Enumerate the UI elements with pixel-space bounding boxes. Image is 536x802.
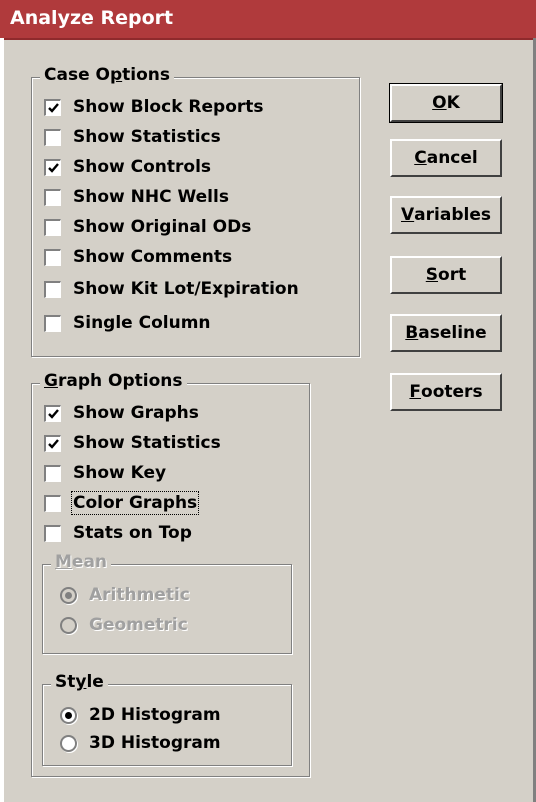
checkmark-icon (48, 162, 59, 173)
checkbox-label: Show Key (73, 463, 167, 483)
title-bar[interactable]: Analyze Report (0, 0, 536, 40)
ok-button[interactable]: OK (389, 83, 503, 123)
checkbox-show-controls[interactable]: Show Controls (44, 154, 211, 180)
baseline-button[interactable]: Baseline (390, 314, 502, 352)
checkbox-label: Show Statistics (73, 127, 221, 147)
radio-geometric[interactable]: Geometric (60, 612, 188, 638)
checkbox-show-original-ods[interactable]: Show Original ODs (44, 214, 251, 240)
checkbox-label: Show Controls (73, 157, 212, 177)
checkbox-show-key[interactable]: Show Key (44, 460, 166, 486)
checkbox-label: Show NHC Wells (73, 187, 229, 207)
radio-button[interactable] (60, 734, 77, 752)
radio-label: 2D Histogram (89, 705, 221, 725)
checkbox-stats-on-top[interactable]: Stats on Top (44, 520, 192, 546)
checkbox-color-graphs[interactable]: Color Graphs (44, 490, 200, 516)
checkbox-box[interactable] (44, 524, 61, 542)
checkmark-icon (48, 438, 59, 449)
radio-label: 3D Histogram (89, 733, 221, 753)
checkbox-box[interactable] (44, 404, 61, 422)
radio-button[interactable] (60, 706, 77, 724)
footers-button[interactable]: Footers (390, 373, 502, 411)
window-frame-left (0, 38, 4, 802)
checkbox-box[interactable] (44, 218, 61, 236)
radio-3d-histogram[interactable]: 3D Histogram (60, 730, 221, 756)
checkbox-show-nhc-wells[interactable]: Show NHC Wells (44, 184, 229, 210)
checkbox-label: Show Statistics (73, 433, 221, 453)
style-legend: Style (51, 672, 108, 692)
checkbox-label: Single Column (73, 313, 211, 333)
radio-arithmetic[interactable]: Arithmetic (60, 582, 190, 608)
checkbox-label: Color Graphs (70, 491, 200, 515)
checkbox-box[interactable] (44, 188, 61, 206)
checkbox-box[interactable] (44, 158, 61, 176)
mean-legend: Mean (51, 552, 112, 572)
checkbox-show-kit-lot-expiration[interactable]: Show Kit Lot/Expiration (44, 276, 299, 302)
checkbox-graph-show-statistics[interactable]: Show Statistics (44, 430, 221, 456)
radio-2d-histogram[interactable]: 2D Histogram (60, 702, 221, 728)
checkbox-box[interactable] (44, 314, 61, 332)
checkbox-box[interactable] (44, 464, 61, 482)
cancel-button[interactable]: Cancel (390, 139, 502, 177)
checkbox-box[interactable] (44, 280, 61, 298)
checkbox-label: Stats on Top (73, 523, 192, 543)
checkmark-icon (48, 408, 59, 419)
checkbox-label: Show Block Reports (73, 97, 264, 117)
checkbox-box[interactable] (44, 494, 61, 512)
graph-options-legend: Graph Options (40, 371, 187, 391)
checkbox-label: Show Kit Lot/Expiration (73, 279, 299, 299)
checkbox-box[interactable] (44, 128, 61, 146)
variables-button[interactable]: Variables (390, 196, 502, 234)
checkbox-label: Show Graphs (73, 403, 199, 423)
radio-label: Arithmetic (89, 585, 190, 605)
radio-button[interactable] (60, 586, 77, 604)
radio-dot-icon (65, 591, 72, 599)
checkbox-show-block-reports[interactable]: Show Block Reports (44, 94, 264, 120)
checkbox-label: Show Original ODs (73, 217, 252, 237)
checkbox-box[interactable] (44, 98, 61, 116)
sort-button[interactable]: Sort (390, 256, 502, 294)
case-options-legend: Case Options (40, 65, 174, 85)
checkmark-icon (48, 102, 59, 113)
window-title: Analyze Report (10, 7, 174, 29)
mean-group: Mean (42, 552, 292, 654)
checkbox-show-graphs[interactable]: Show Graphs (44, 400, 199, 426)
checkbox-box[interactable] (44, 248, 61, 266)
checkbox-show-statistics[interactable]: Show Statistics (44, 124, 221, 150)
radio-button[interactable] (60, 616, 77, 634)
checkbox-single-column[interactable]: Single Column (44, 310, 211, 336)
checkbox-show-comments[interactable]: Show Comments (44, 244, 232, 270)
radio-label: Geometric (89, 615, 188, 635)
checkbox-box[interactable] (44, 434, 61, 452)
checkbox-label: Show Comments (73, 247, 233, 267)
radio-dot-icon (65, 711, 72, 719)
